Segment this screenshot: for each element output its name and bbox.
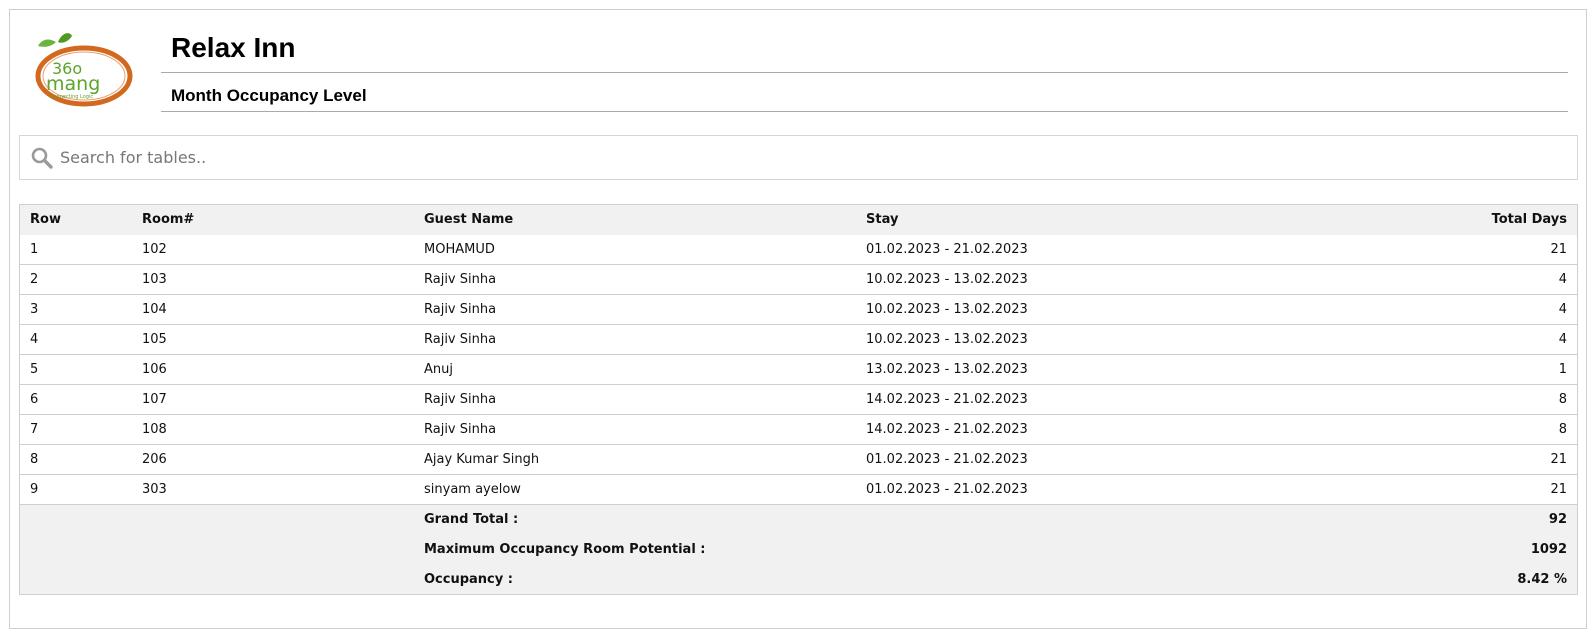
cell-room: 105: [142, 332, 167, 347]
cell-room: 303: [142, 482, 167, 497]
cell-room: 104: [142, 302, 167, 317]
cell-days: 1: [1558, 362, 1567, 377]
search-input[interactable]: [60, 136, 1560, 179]
cell-guest: sinyam ayelow: [424, 482, 521, 497]
subtitle-divider: [161, 111, 1568, 112]
cell-row: 2: [30, 272, 39, 287]
cell-days: 4: [1558, 302, 1567, 317]
cell-stay: 01.02.2023 - 21.02.2023: [866, 482, 1028, 497]
cell-stay: 13.02.2023 - 13.02.2023: [866, 362, 1028, 377]
cell-days: 21: [1550, 482, 1567, 497]
cell-stay: 10.02.2023 - 13.02.2023: [866, 332, 1028, 347]
occupancy-value: 8.42 %: [1517, 571, 1567, 587]
cell-guest: Rajiv Sinha: [424, 422, 497, 437]
column-header-room: Room#: [142, 212, 195, 228]
cell-row: 1: [30, 241, 39, 257]
table-row: 4 105 Rajiv Sinha 10.02.2023 - 13.02.202…: [19, 325, 1578, 355]
grand-total-value: 92: [1548, 512, 1567, 528]
cell-row: 7: [30, 422, 39, 437]
search-box[interactable]: [19, 135, 1578, 180]
cell-room: 107: [142, 392, 167, 407]
cell-days: 21: [1550, 241, 1567, 257]
report-title: Month Occupancy Level: [171, 86, 367, 105]
column-header-row: Row: [30, 212, 61, 228]
hotel-name: Relax Inn: [171, 32, 296, 63]
svg-text:mang: mang: [46, 73, 100, 95]
cell-guest: MOHAMUD: [424, 241, 495, 257]
cell-row: 6: [30, 392, 39, 407]
cell-stay: 01.02.2023 - 21.02.2023: [866, 241, 1028, 257]
cell-room: 108: [142, 422, 167, 437]
cell-stay: 14.02.2023 - 21.02.2023: [866, 392, 1028, 407]
cell-room: 206: [142, 452, 167, 467]
grand-total-label: Grand Total :: [424, 512, 519, 528]
column-header-total-days: Total Days: [1491, 212, 1567, 228]
table-row: 2 103 Rajiv Sinha 10.02.2023 - 13.02.202…: [19, 265, 1578, 295]
cell-guest: Anuj: [424, 362, 453, 377]
summary-row-occupancy: Occupancy : 8.42 %: [19, 564, 1578, 595]
cell-stay: 14.02.2023 - 21.02.2023: [866, 422, 1028, 437]
cell-guest: Rajiv Sinha: [424, 332, 497, 347]
cell-days: 21: [1550, 452, 1567, 467]
table-row: 3 104 Rajiv Sinha 10.02.2023 - 13.02.202…: [19, 295, 1578, 325]
svg-text:Connecting Logic: Connecting Logic: [50, 94, 93, 100]
cell-row: 3: [30, 302, 39, 317]
cell-stay: 10.02.2023 - 13.02.2023: [866, 272, 1028, 287]
table-row: 5 106 Anuj 13.02.2023 - 13.02.2023 1: [19, 355, 1578, 385]
column-header-guest-name: Guest Name: [424, 212, 514, 228]
summary-row-max-potential: Maximum Occupancy Room Potential : 1092: [19, 534, 1578, 565]
max-potential-label: Maximum Occupancy Room Potential :: [424, 542, 706, 557]
cell-days: 4: [1558, 332, 1567, 347]
company-logo: 36o mang Connecting Logic: [34, 32, 134, 108]
cell-row: 4: [30, 332, 39, 347]
cell-days: 8: [1558, 392, 1567, 407]
max-potential-value: 1092: [1530, 542, 1567, 557]
table-row: 9 303 sinyam ayelow 01.02.2023 - 21.02.2…: [20, 475, 1578, 505]
table-header-row: Row Room# Guest Name Stay Total Days: [19, 204, 1578, 235]
cell-row: 5: [30, 362, 39, 377]
search-icon: [31, 147, 53, 169]
column-header-stay: Stay: [866, 212, 899, 228]
cell-room: 103: [142, 272, 167, 287]
cell-row: 9: [30, 482, 39, 497]
cell-room: 106: [142, 362, 167, 377]
table-row: 1 102 MOHAMUD 01.02.2023 - 21.02.2023 21: [19, 235, 1578, 265]
table-row: 8 206 Ajay Kumar Singh 01.02.2023 - 21.0…: [19, 445, 1578, 475]
table-row: 6 107 Rajiv Sinha 14.02.2023 - 21.02.202…: [19, 385, 1578, 415]
table-row: 7 108 Rajiv Sinha 14.02.2023 - 21.02.202…: [19, 415, 1578, 445]
title-divider: [161, 72, 1568, 73]
cell-row: 8: [30, 452, 39, 467]
cell-guest: Rajiv Sinha: [424, 302, 497, 317]
cell-guest: Rajiv Sinha: [424, 392, 497, 407]
summary-row-grand-total: Grand Total : 92: [19, 504, 1578, 535]
cell-stay: 01.02.2023 - 21.02.2023: [866, 452, 1028, 467]
occupancy-table: Row Room# Guest Name Stay Total Days 1 1…: [19, 204, 1578, 595]
cell-days: 4: [1558, 272, 1567, 287]
cell-room: 102: [142, 241, 167, 257]
cell-stay: 10.02.2023 - 13.02.2023: [866, 302, 1028, 317]
cell-guest: Rajiv Sinha: [424, 272, 497, 287]
cell-days: 8: [1558, 422, 1567, 437]
cell-guest: Ajay Kumar Singh: [424, 452, 540, 467]
occupancy-label: Occupancy :: [424, 571, 513, 587]
